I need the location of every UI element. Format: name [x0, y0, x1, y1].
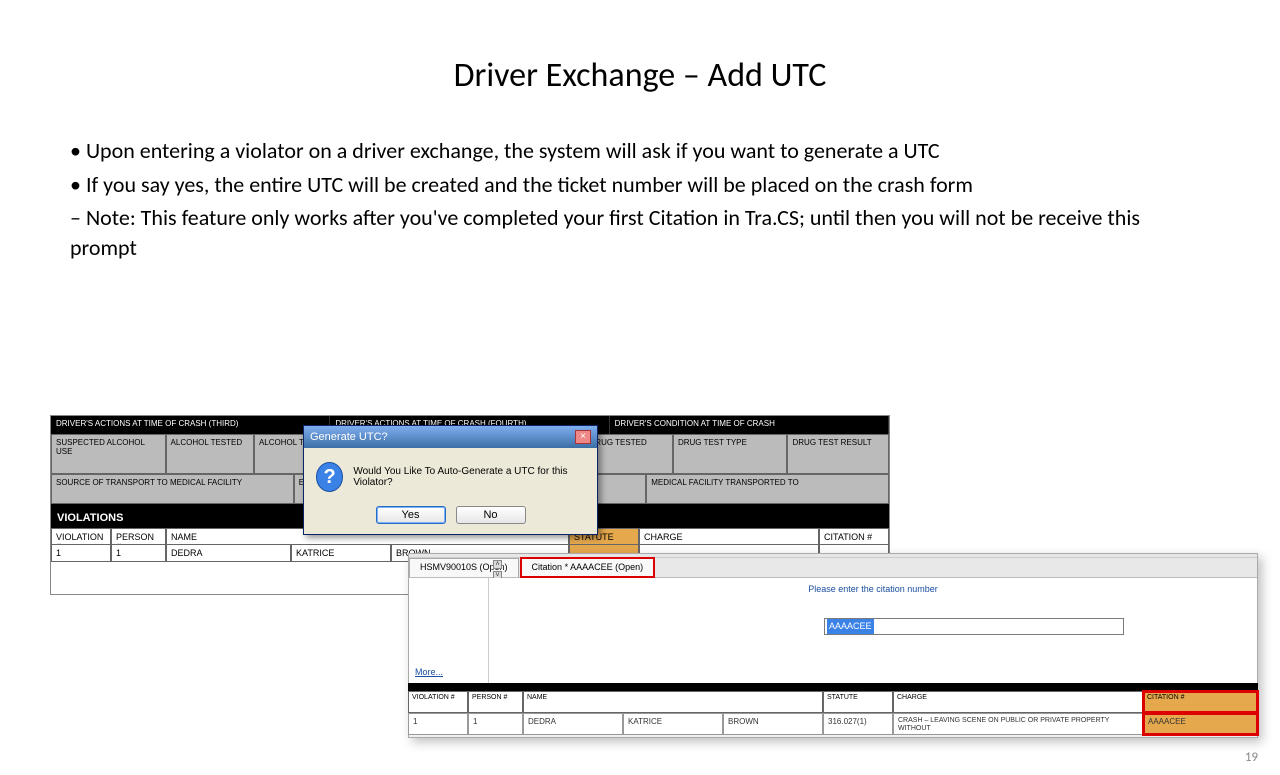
strip-col-statute: STATUTE	[823, 691, 893, 713]
yes-button[interactable]: Yes	[376, 506, 446, 524]
dialog-message: Would You Like To Auto-Generate a UTC fo…	[353, 466, 585, 488]
strip-col-citation: CITATION #	[1143, 691, 1258, 713]
violation-strip: VIOLATION # PERSON # NAME STATUTE CHARGE…	[408, 683, 1258, 735]
cell-person-num: 1	[111, 544, 166, 562]
panel-handles: ˄ ˅	[493, 560, 502, 580]
bullet-note: Note: This feature only works after you'…	[70, 203, 1210, 262]
strip-col-name: NAME	[523, 691, 823, 713]
left-panel: More...	[409, 578, 489, 683]
more-link[interactable]: More...	[415, 667, 443, 677]
col-person-num: PERSON #	[111, 528, 166, 544]
field-medical-facility: MEDICAL FACILITY TRANSPORTED TO	[646, 474, 889, 504]
strip-val-citation: AAAACEE	[1143, 713, 1258, 735]
cell-violation-num: 1	[51, 544, 111, 562]
question-icon: ?	[316, 462, 343, 492]
strip-val-charge: CRASH – LEAVING SCENE ON PUBLIC OR PRIVA…	[893, 713, 1143, 735]
field-alcohol-tested: ALCOHOL TESTED	[166, 434, 254, 474]
strip-val-person: 1	[468, 713, 523, 735]
strip-val-first: DEDRA	[523, 713, 623, 735]
strip-val-mid: KATRICE	[623, 713, 723, 735]
strip-col-person: PERSON #	[468, 691, 523, 713]
form-header-condition: DRIVER'S CONDITION AT TIME OF CRASH	[610, 416, 889, 434]
tab-citation[interactable]: Citation * AAAACEE (Open)	[521, 558, 655, 577]
citation-prompt: Please enter the citation number	[489, 584, 1257, 594]
tab-hsmv[interactable]: HSMV90010S (Open)	[409, 558, 519, 577]
close-icon[interactable]: ×	[575, 430, 591, 444]
cell-mid: KATRICE	[291, 544, 391, 562]
slide-title: Driver Exchange – Add UTC	[0, 55, 1280, 96]
dialog-title-text: Generate UTC?	[310, 431, 388, 443]
strip-val-statute: 316.027(1)	[823, 713, 893, 735]
field-drug-test-type: DRUG TEST TYPE	[673, 434, 788, 474]
citation-input[interactable]: AAAACEE	[824, 618, 1124, 635]
strip-val-last: BROWN	[723, 713, 823, 735]
no-button[interactable]: No	[456, 506, 526, 524]
strip-val-violation: 1	[408, 713, 468, 735]
chevron-up-icon[interactable]: ˄	[493, 560, 502, 569]
strip-col-charge: CHARGE	[893, 691, 1143, 713]
field-suspected-alcohol: SUSPECTED ALCOHOL USE	[51, 434, 166, 474]
col-citation: CITATION #	[819, 528, 889, 544]
bullet-1: Upon entering a violator on a driver exc…	[70, 136, 1210, 166]
generate-utc-dialog: Generate UTC? × ? Would You Like To Auto…	[303, 425, 598, 535]
col-violation-num: VIOLATION #	[51, 528, 111, 544]
bullet-list: Upon entering a violator on a driver exc…	[70, 136, 1210, 263]
field-drug-test-result: DRUG TEST RESULT	[787, 434, 888, 474]
cell-first: DEDRA	[166, 544, 291, 562]
field-transport-source: SOURCE OF TRANSPORT TO MEDICAL FACILITY	[51, 474, 294, 504]
page-number: 19	[1245, 750, 1258, 765]
citation-input-value: AAAACEE	[827, 619, 874, 634]
form-header-actions-third: DRIVER'S ACTIONS AT TIME OF CRASH (THIRD…	[51, 416, 330, 434]
strip-col-violation: VIOLATION #	[408, 691, 468, 713]
col-charge: CHARGE	[639, 528, 819, 544]
bullet-2: If you say yes, the entire UTC will be c…	[70, 170, 1210, 263]
